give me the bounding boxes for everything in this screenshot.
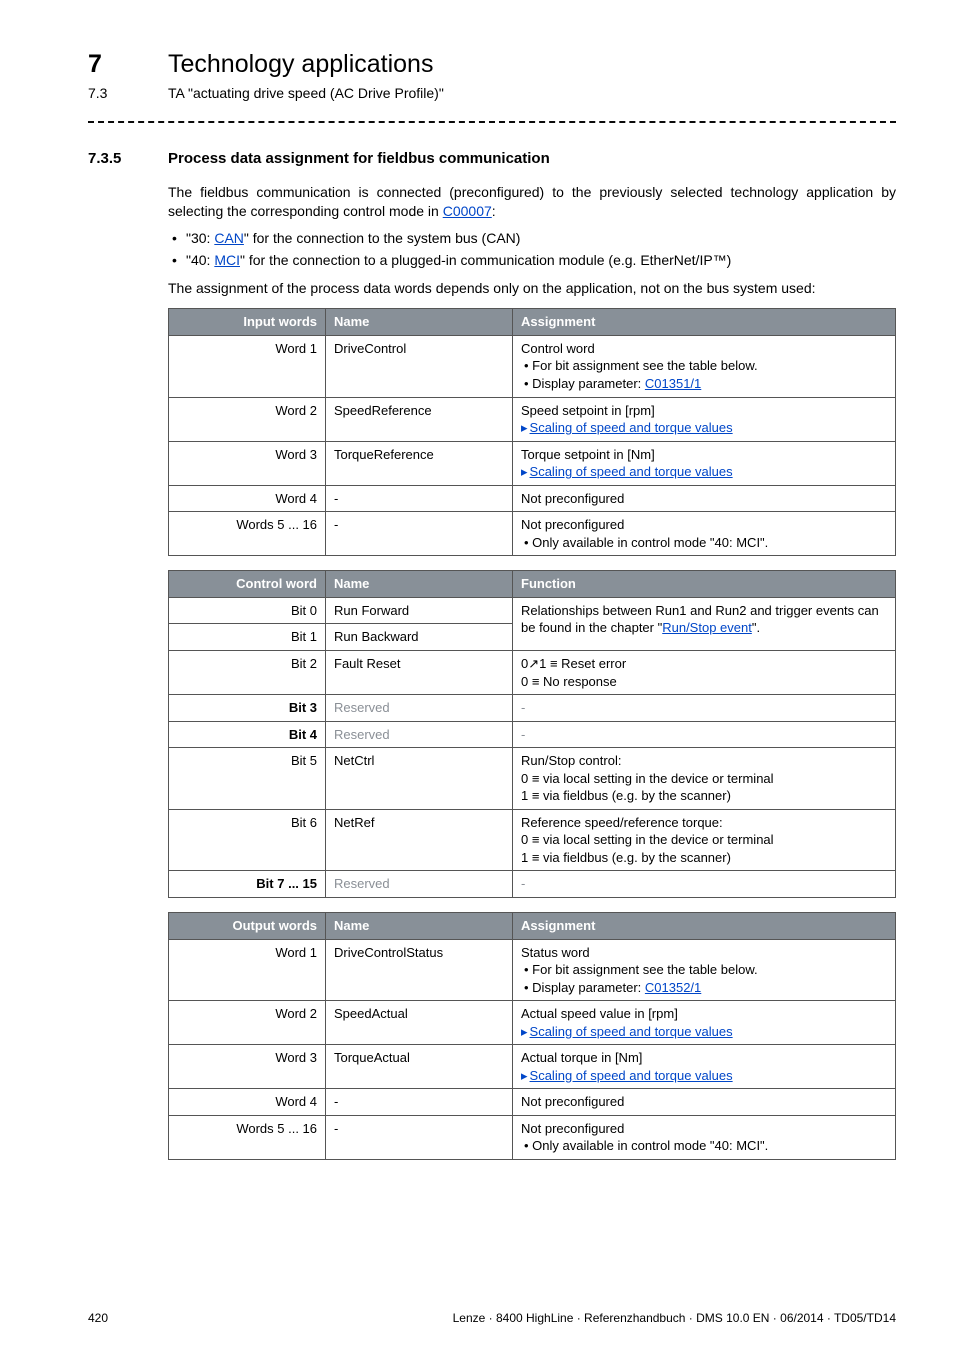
th-name: Name <box>326 571 513 598</box>
chapter-number: 7 <box>88 48 168 82</box>
input-words-table: Input words Name Assignment Word 1 Drive… <box>168 308 896 556</box>
separator <box>88 121 896 123</box>
output-words-table: Output words Name Assignment Word 1 Driv… <box>168 912 896 1160</box>
table-row: Bit 5 NetCtrl Run/Stop control: 0 ≡ via … <box>169 748 896 810</box>
table-row: Word 2 SpeedReference Speed setpoint in … <box>169 397 896 441</box>
table-row: Bit 2 Fault Reset 0↗1 ≡ Reset error 0 ≡ … <box>169 651 896 695</box>
link-run-stop-event[interactable]: Run/Stop event <box>662 620 752 635</box>
table-row: Word 2 SpeedActual Actual speed value in… <box>169 1001 896 1045</box>
table-row: Bit 6 NetRef Reference speed/reference t… <box>169 809 896 871</box>
bullet-mci: "40: MCI" for the connection to a plugge… <box>168 251 896 270</box>
section-title: Process data assignment for fieldbus com… <box>168 149 550 169</box>
subsection-title: TA "actuating drive speed (AC Drive Prof… <box>168 84 444 103</box>
section-number: 7.3.5 <box>88 149 168 169</box>
link-c00007[interactable]: C00007 <box>443 203 492 219</box>
link-scaling[interactable]: Scaling of speed and torque values <box>521 1068 733 1083</box>
th-assignment: Assignment <box>513 913 896 940</box>
table-row: Bit 4 Reserved - <box>169 721 896 748</box>
page-number: 420 <box>88 1310 108 1326</box>
th-control-word: Control word <box>169 571 326 598</box>
control-word-table: Control word Name Function Bit 0 Run For… <box>168 570 896 898</box>
doc-id: Lenze · 8400 HighLine · Referenzhandbuch… <box>453 1310 896 1326</box>
chapter-title: Technology applications <box>168 48 433 82</box>
table-row: Word 1 DriveControlStatus Status word Fo… <box>169 939 896 1001</box>
table-row: Bit 3 Reserved - <box>169 695 896 722</box>
table-row: Word 3 TorqueReference Torque setpoint i… <box>169 441 896 485</box>
th-assignment: Assignment <box>513 309 896 336</box>
link-c01352-1[interactable]: C01352/1 <box>645 980 701 995</box>
table-row: Bit 7 ... 15 Reserved - <box>169 871 896 898</box>
link-scaling[interactable]: Scaling of speed and torque values <box>521 420 733 435</box>
link-scaling[interactable]: Scaling of speed and torque values <box>521 1024 733 1039</box>
link-scaling[interactable]: Scaling of speed and torque values <box>521 464 733 479</box>
intro-paragraph: The fieldbus communication is connected … <box>168 183 896 221</box>
table-row: Words 5 ... 16 - Not preconfigured Only … <box>169 1115 896 1159</box>
table-row: Word 1 DriveControl Control word For bit… <box>169 335 896 397</box>
table-row: Word 4 - Not preconfigured <box>169 485 896 512</box>
page-footer: 420 Lenze · 8400 HighLine · Referenzhand… <box>88 1310 896 1326</box>
link-mci[interactable]: MCI <box>214 252 240 268</box>
table-row: Words 5 ... 16 - Not preconfigured Only … <box>169 512 896 556</box>
link-can[interactable]: CAN <box>214 230 244 246</box>
th-input-words: Input words <box>169 309 326 336</box>
intro-paragraph-2: The assignment of the process data words… <box>168 279 896 298</box>
link-c01351-1[interactable]: C01351/1 <box>645 376 701 391</box>
table-row: Word 4 - Not preconfigured <box>169 1089 896 1116</box>
th-name: Name <box>326 913 513 940</box>
th-output-words: Output words <box>169 913 326 940</box>
table-row: Word 3 TorqueActual Actual torque in [Nm… <box>169 1045 896 1089</box>
table-row: Bit 0 Run Forward Relationships between … <box>169 597 896 624</box>
subsection-number: 7.3 <box>88 84 168 103</box>
th-name: Name <box>326 309 513 336</box>
th-function: Function <box>513 571 896 598</box>
bullet-can: "30: CAN" for the connection to the syst… <box>168 229 896 248</box>
